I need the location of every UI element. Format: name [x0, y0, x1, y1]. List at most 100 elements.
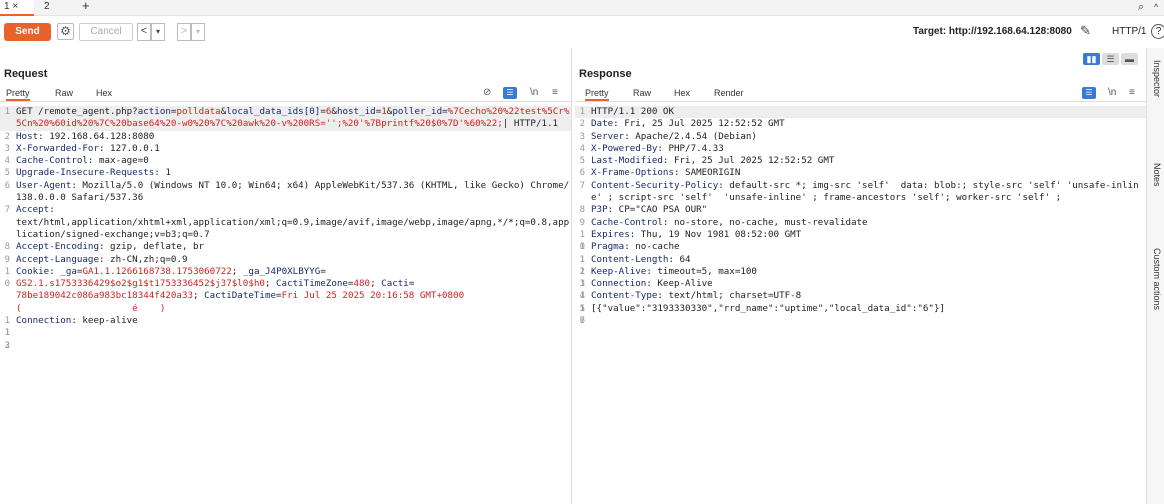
- line-number: 4: [4, 156, 10, 167]
- line-number: 2: [4, 131, 10, 142]
- code-text: Cache-Control: [591, 216, 663, 228]
- edit-target-icon[interactable]: ✎: [1080, 23, 1091, 39]
- code-line: 10 Expires: Thu, 19 Nov 1981 08:52:00 GMT: [575, 228, 1146, 252]
- code-line: 4 Cache-Control: max-age=0: [0, 155, 571, 167]
- code-text: X-Forwarded-For: [16, 142, 99, 154]
- code-line: 5 Last-Modified: Fri, 25 Jul 2025 12:52:5…: [575, 155, 1146, 167]
- code-line: 11 Connection: keep-alive: [0, 315, 571, 338]
- inspector-sidebar: Inspector Notes Custom actions: [1147, 48, 1164, 504]
- code-text: : keep-alive: [71, 315, 138, 327]
- line-number: 3: [4, 143, 10, 154]
- back-history-dropdown[interactable]: ▾: [151, 23, 165, 41]
- code-line: 4 X-Powered-By: PHP/7.4.33: [575, 143, 1146, 155]
- format-icon[interactable]: ☰: [1082, 87, 1096, 99]
- request-title: Request: [4, 68, 48, 80]
- code-text: GA1.1.1266168738.1753060722: [82, 265, 232, 277]
- code-line: 15 Content-Type: text/html; charset=UTF-8: [575, 290, 1146, 313]
- forward-button[interactable]: >: [177, 23, 191, 41]
- add-tab-button[interactable]: +: [82, 0, 90, 16]
- tab-raw[interactable]: Raw: [55, 88, 73, 98]
- code-text: Last-Modified: [591, 155, 663, 167]
- tab-pretty[interactable]: Pretty: [585, 88, 609, 101]
- code-text: CactiDateTime: [204, 290, 277, 302]
- code-line: 6 User-Agent: Mozilla/5.0 (Windows NT 10.…: [0, 180, 571, 205]
- search-icon[interactable]: ⌕: [1138, 0, 1144, 16]
- line-number: 8: [4, 242, 10, 253]
- request-pane: Request Pretty Raw Hex ⊘ ☰ \n ≡ 1 GET /re…: [0, 48, 572, 504]
- code-line: 7 Content-Security-Policy: default-src *;…: [575, 180, 1146, 205]
- gear-icon[interactable]: ⚙: [57, 23, 74, 40]
- layout-stacked-icon[interactable]: ☰: [1102, 53, 1119, 65]
- code-text: Cacti: [381, 278, 409, 290]
- code-line: 10 Cookie: _ga = GA1.1.1266168738.175306072…: [0, 266, 571, 315]
- code-line: 3 Server: Apache/2.4.54 (Debian): [575, 131, 1146, 143]
- code-text: : PHP/7.4.33: [657, 142, 724, 154]
- code-text: : Fri, 25 Jul 2025 12:52:52 GMT: [613, 118, 785, 130]
- code-text: : zh-CN,zh;q=0.9: [98, 253, 188, 265]
- code-text: : Thu, 19 Nov 1981 08:52:00 GMT: [629, 228, 802, 240]
- code-text: host_id: [336, 106, 376, 117]
- code-text: CactiTimeZone: [276, 278, 348, 290]
- code-text: local_data_ids[0]: [226, 106, 321, 117]
- layout-side-by-side-icon[interactable]: ▮▮: [1083, 53, 1100, 65]
- tab-raw[interactable]: Raw: [633, 88, 651, 98]
- code-text: ;: [264, 278, 276, 290]
- code-text: HTTP/1.1 200 OK: [591, 106, 674, 117]
- line-number: 6: [579, 168, 585, 179]
- newline-icon[interactable]: \n: [530, 87, 538, 98]
- code-line: 13 Keep-Alive: timeout=5, max=100: [575, 265, 1146, 289]
- response-pane: Response Pretty Raw Hex Render ☰ \n ≡ 1H…: [575, 48, 1147, 504]
- code-line: 7 Accept: text/html,application/xhtml+xml…: [0, 204, 571, 241]
- code-text: : Fri, 25 Jul 2025 12:52:52 GMT: [662, 155, 835, 167]
- code-text: poller_id: [392, 106, 443, 117]
- menu-icon[interactable]: ≡: [1129, 87, 1135, 98]
- tab-pretty[interactable]: Pretty: [6, 88, 30, 101]
- hide-eye-icon[interactable]: ⊘: [483, 87, 491, 98]
- code-line: 2 Date: Fri, 25 Jul 2025 12:52:52 GMT: [575, 118, 1146, 130]
- code-text: : 192.168.64.128:8080: [38, 130, 155, 142]
- response-editor[interactable]: 1 HTTP/1.1 200 OK 2 Date: Fri, 25 Jul 2025 …: [575, 106, 1146, 326]
- tab-render[interactable]: Render: [714, 88, 744, 98]
- newline-icon[interactable]: \n: [1108, 87, 1116, 98]
- code-text: : 64: [668, 253, 691, 265]
- sidebar-item-notes[interactable]: Notes: [1149, 163, 1162, 187]
- tab-1[interactable]: 1 ×: [0, 0, 34, 16]
- request-editor[interactable]: 1 GET /remote_agent.php?action=polldata&l…: [0, 106, 571, 351]
- line-number: 5: [579, 156, 585, 167]
- code-text: Cookie: [16, 265, 50, 277]
- code-line: 2 Host: 192.168.64.128:8080: [0, 131, 571, 143]
- sidebar-item-custom-actions[interactable]: Custom actions: [1149, 248, 1162, 310]
- line-number: 13: [4, 328, 10, 351]
- code-text: Content-Length: [591, 253, 669, 265]
- back-button[interactable]: <: [137, 23, 151, 41]
- code-text: : SAMEORIGIN: [673, 167, 741, 179]
- code-text: : Mozilla/5.0 (Windows NT 10.0; Win64; x…: [16, 179, 570, 204]
- code-line: 1 GET /remote_agent.php?action=polldata&l…: [0, 106, 571, 131]
- line-number: 17: [579, 303, 585, 327]
- cancel-button[interactable]: Cancel: [79, 23, 133, 41]
- code-text: Pragma: [591, 241, 625, 253]
- protocol-selector[interactable]: HTTP/1: [1112, 26, 1146, 37]
- menu-icon[interactable]: ≡: [552, 87, 558, 98]
- toolbar: Send ⚙ Cancel < ▾ > ▾ Target: http://192…: [0, 16, 1164, 48]
- code-text: : timeout=5, max=100: [646, 265, 757, 277]
- code-text: Connection: [591, 278, 647, 290]
- line-number: 5: [4, 168, 10, 179]
- tab-hex[interactable]: Hex: [674, 88, 690, 98]
- sidebar-item-inspector[interactable]: Inspector: [1149, 60, 1162, 97]
- code-line: 9 Accept-Language: zh-CN,zh;q=0.9: [0, 254, 571, 266]
- layout-tabs-icon[interactable]: ▬: [1121, 53, 1138, 65]
- tab-hex[interactable]: Hex: [96, 88, 112, 98]
- help-icon[interactable]: ?: [1151, 24, 1164, 39]
- request-view-tabs: Pretty Raw Hex ⊘ ☰ \n ≡: [0, 86, 571, 102]
- forward-history-dropdown[interactable]: ▾: [191, 23, 205, 41]
- tab-2[interactable]: 2: [44, 0, 50, 16]
- code-text: GET /remote_agent.php?: [16, 106, 138, 117]
- target-label: Target: http://192.168.64.128:8080: [913, 26, 1072, 37]
- send-button[interactable]: Send: [4, 23, 51, 41]
- code-line: 14 Connection: Keep-Alive: [575, 278, 1146, 301]
- collapse-icon[interactable]: ^: [1154, 0, 1158, 16]
- code-text: : max-age=0: [87, 155, 149, 167]
- code-text: User-Agent: [16, 179, 72, 191]
- format-icon[interactable]: ☰: [503, 87, 517, 99]
